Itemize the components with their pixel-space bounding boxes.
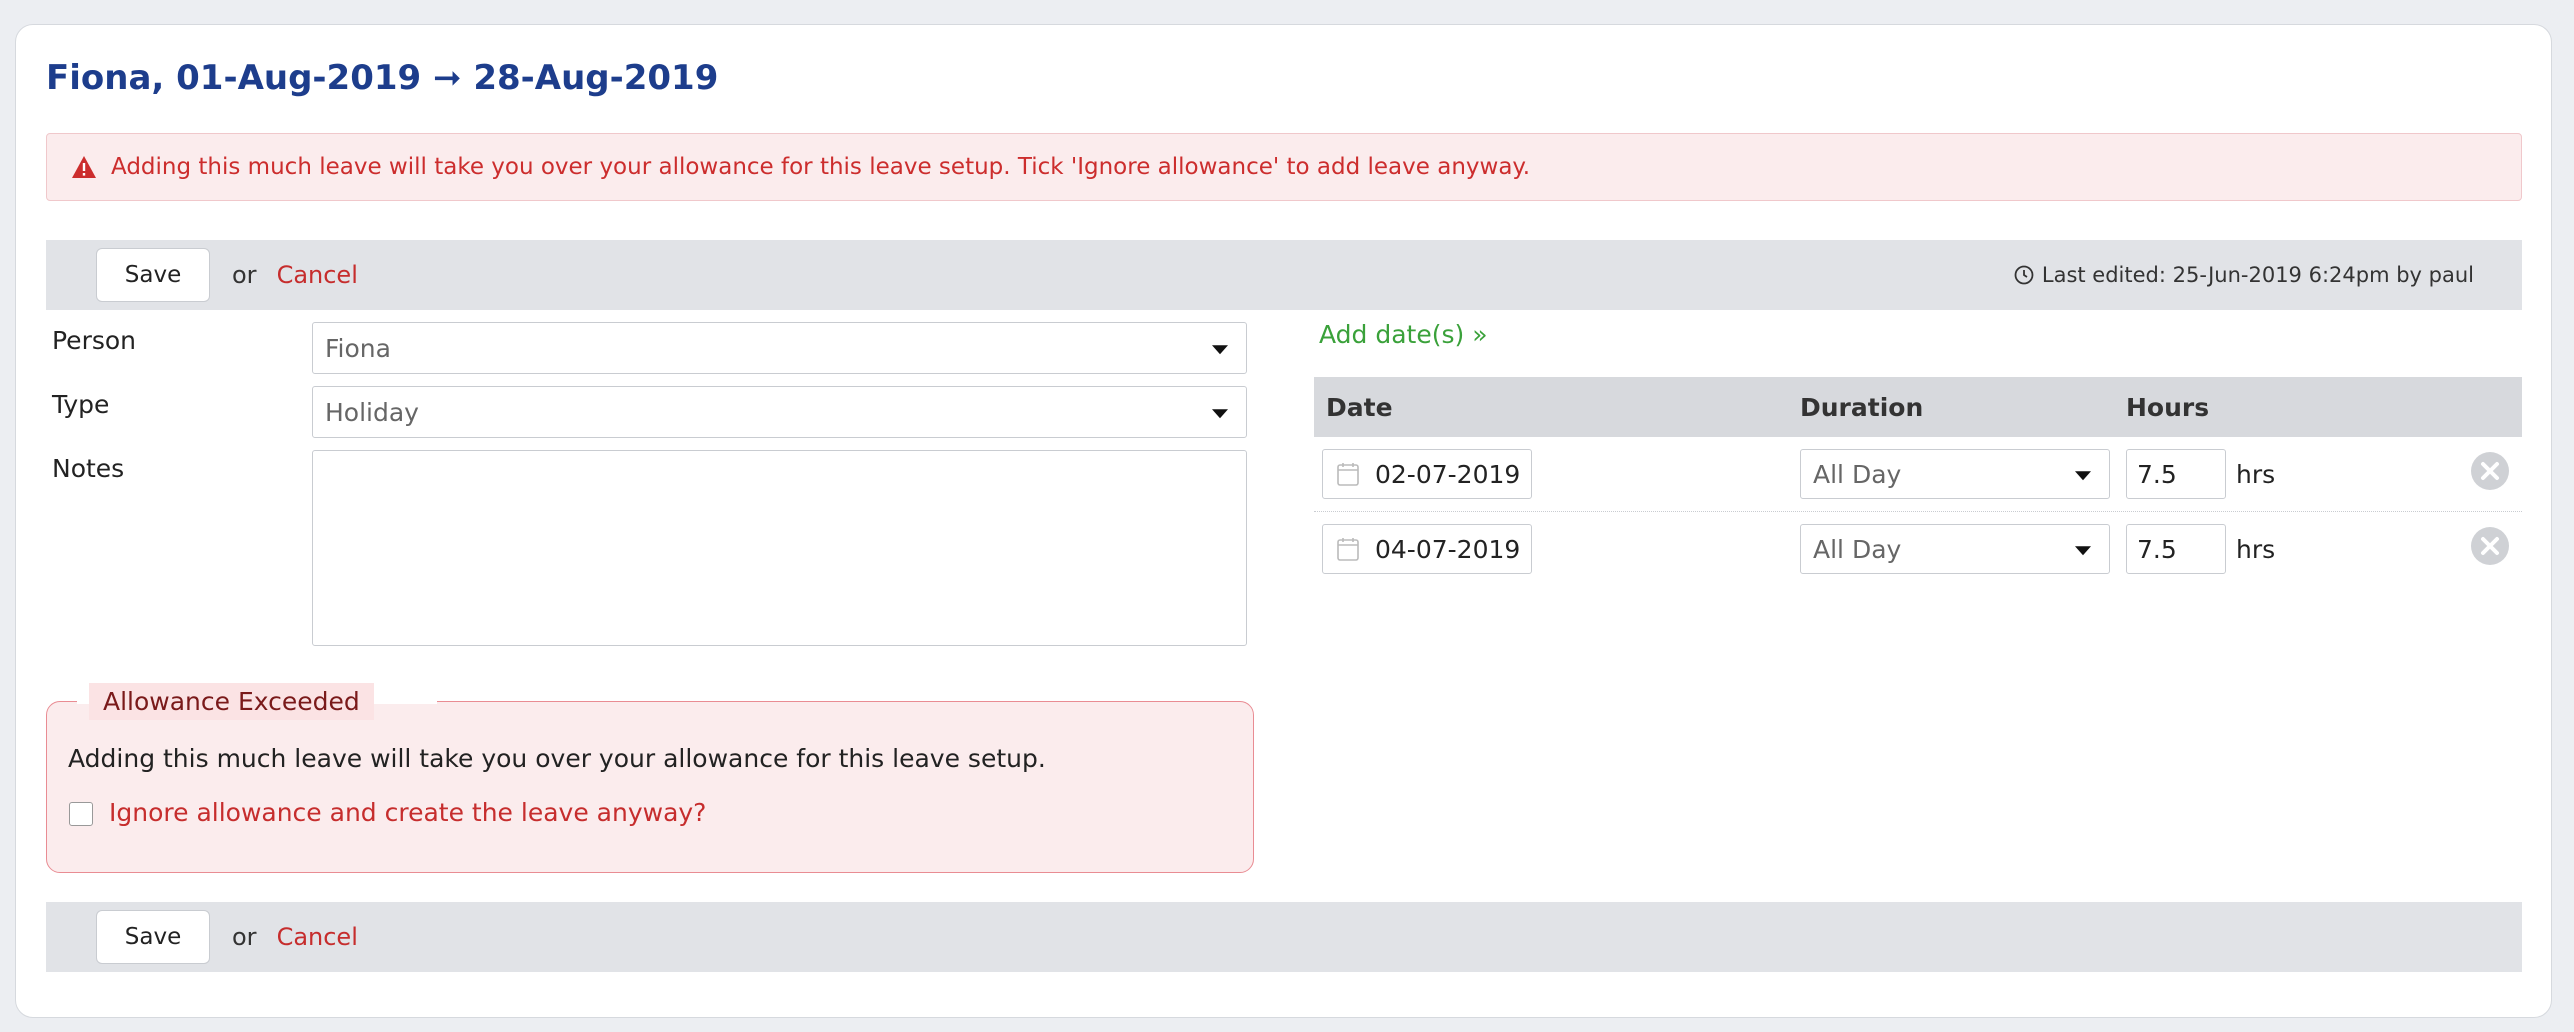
calendar-icon xyxy=(1337,462,1359,486)
save-button[interactable]: Save xyxy=(96,248,210,302)
dates-table-header: Date Duration Hours xyxy=(1314,377,2522,437)
person-label: Person xyxy=(52,326,137,355)
duration-select[interactable]: All Day xyxy=(1800,449,2110,499)
or-text: or xyxy=(232,923,257,951)
person-select[interactable]: Fiona xyxy=(312,322,1247,374)
allowance-exceeded-box: Allowance Exceeded Adding this much leav… xyxy=(46,683,1254,873)
cancel-link[interactable]: Cancel xyxy=(277,923,358,951)
duration-value: All Day xyxy=(1813,534,1902,564)
remove-row-icon[interactable] xyxy=(2470,526,2510,566)
clock-icon xyxy=(2014,265,2034,285)
chevron-down-icon xyxy=(1212,409,1228,419)
date-input[interactable]: 04-07-2019 xyxy=(1322,524,1532,574)
allowance-legend: Allowance Exceeded xyxy=(89,683,374,720)
type-label: Type xyxy=(52,390,110,419)
last-edited-text: Last edited: 25-Jun-2019 6:24pm by paul xyxy=(2041,263,2474,287)
alert-text: Adding this much leave will take you ove… xyxy=(111,154,1531,180)
warning-triangle-icon xyxy=(71,155,97,179)
allowance-message: Adding this much leave will take you ove… xyxy=(68,744,1046,773)
notes-textarea[interactable] xyxy=(312,450,1247,646)
chevron-down-icon xyxy=(2075,546,2091,556)
table-row: 02-07-2019 All Day 7.5 hrs xyxy=(1314,437,2522,512)
ignore-allowance-checkbox[interactable] xyxy=(69,802,93,826)
hours-unit: hrs xyxy=(2236,535,2276,564)
type-select[interactable]: Holiday xyxy=(312,386,1247,438)
duration-column-header: Duration xyxy=(1800,393,1924,422)
notes-label: Notes xyxy=(52,454,125,483)
or-text: or xyxy=(232,261,257,289)
duration-select[interactable]: All Day xyxy=(1800,524,2110,574)
bottom-action-bar: Save or Cancel xyxy=(46,902,2522,972)
date-column-header: Date xyxy=(1326,393,1393,422)
duration-value: All Day xyxy=(1813,459,1902,489)
last-edited-info: Last edited: 25-Jun-2019 6:24pm by paul xyxy=(2014,263,2474,287)
hours-input[interactable]: 7.5 xyxy=(2126,449,2226,499)
hours-column-header: Hours xyxy=(2126,393,2210,422)
hours-input[interactable]: 7.5 xyxy=(2126,524,2226,574)
cancel-link[interactable]: Cancel xyxy=(277,261,358,289)
person-select-value: Fiona xyxy=(325,333,391,363)
ignore-allowance-label[interactable]: Ignore allowance and create the leave an… xyxy=(109,798,706,827)
date-input[interactable]: 02-07-2019 xyxy=(1322,449,1532,499)
chevron-down-icon xyxy=(2075,471,2091,481)
save-button[interactable]: Save xyxy=(96,910,210,964)
hours-unit: hrs xyxy=(2236,460,2276,489)
chevron-down-icon xyxy=(1212,345,1228,355)
type-select-value: Holiday xyxy=(325,397,419,427)
page-title: Fiona, 01-Aug-2019 ➞ 28-Aug-2019 xyxy=(46,58,719,98)
top-action-bar: Save or Cancel Last edited: 25-Jun-2019 … xyxy=(46,240,2522,310)
remove-row-icon[interactable] xyxy=(2470,451,2510,491)
calendar-icon xyxy=(1337,537,1359,561)
allowance-alert: Adding this much leave will take you ove… xyxy=(46,133,2522,201)
date-value: 02-07-2019 xyxy=(1375,459,1521,489)
table-row: 04-07-2019 All Day 7.5 hrs xyxy=(1314,512,2522,586)
date-value: 04-07-2019 xyxy=(1375,534,1521,564)
add-dates-link[interactable]: Add date(s) » xyxy=(1319,320,1488,349)
